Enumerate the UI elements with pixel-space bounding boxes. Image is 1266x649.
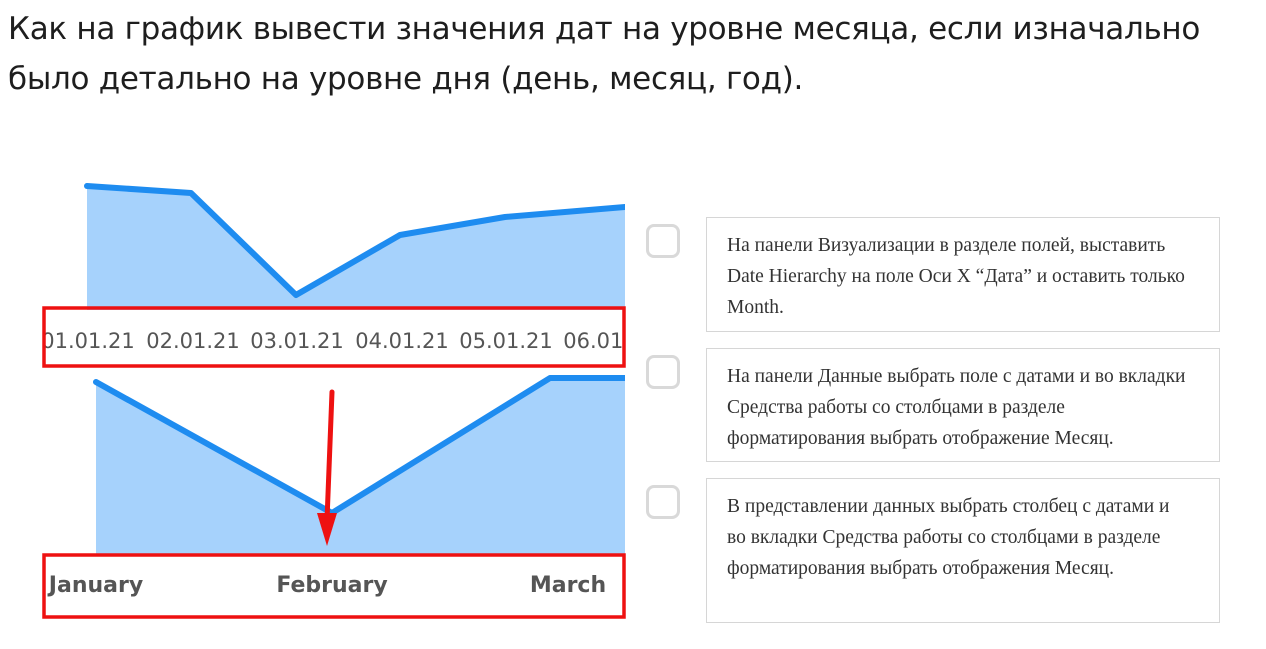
- tick-label: 03.01.21: [250, 329, 344, 353]
- month-label: January: [47, 573, 143, 598]
- date-hierarchy-illustration: 01.01.21 02.01.21 03.01.21 04.01.21 05.0…: [40, 170, 630, 625]
- option-2-text[interactable]: На панели Данные выбрать поле с датами и…: [706, 348, 1220, 462]
- option-1-text[interactable]: На панели Визуализации в разделе полей, …: [706, 217, 1220, 332]
- monthly-area-chart: [93, 375, 625, 555]
- daily-area-fill: [87, 186, 625, 310]
- tick-label: 06.01.21: [563, 329, 630, 353]
- tick-label: 05.01.21: [459, 329, 553, 353]
- answer-options: На панели Визуализации в разделе полей, …: [640, 0, 1266, 649]
- option-3-text[interactable]: В представлении данных выбрать столбец с…: [706, 478, 1220, 623]
- chart-image: 01.01.21 02.01.21 03.01.21 04.01.21 05.0…: [41, 183, 630, 619]
- month-label: February: [276, 573, 387, 598]
- option-1-checkbox[interactable]: [646, 224, 680, 258]
- daily-area-chart: [84, 183, 625, 310]
- daily-axis-labels: 01.01.21 02.01.21 03.01.21 04.01.21 05.0…: [41, 329, 630, 353]
- tick-label: 02.01.21: [146, 329, 240, 353]
- month-label: March: [530, 573, 606, 598]
- option-2-checkbox[interactable]: [646, 355, 680, 389]
- tick-label: 01.01.21: [41, 329, 135, 353]
- tick-label: 04.01.21: [355, 329, 449, 353]
- monthly-area-fill: [96, 380, 625, 555]
- option-3-checkbox[interactable]: [646, 485, 680, 519]
